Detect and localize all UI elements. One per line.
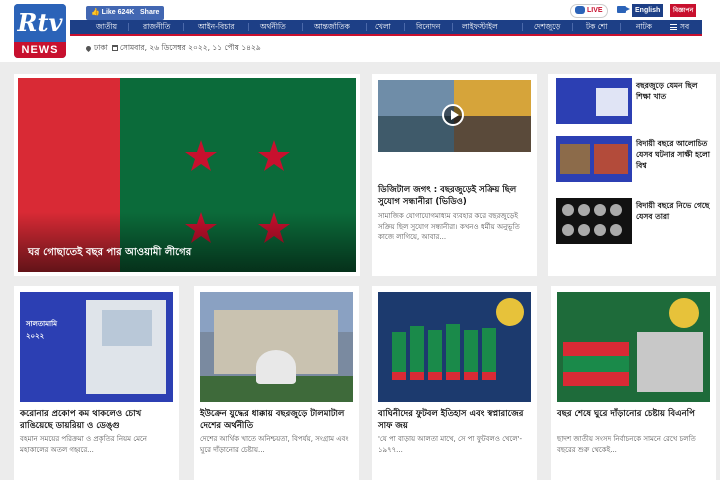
nav-item-politics[interactable]: রাজনীতি [143, 20, 170, 34]
nav-divider [248, 23, 249, 31]
image-inset [596, 88, 628, 116]
collage-tile [378, 116, 454, 152]
dateline-date: সোমবার, ২৬ ডিসেম্বর ২০২২, ১১ পৌষ ১৪২৯ [119, 43, 261, 52]
video-camera-icon[interactable] [617, 6, 630, 13]
bottom-news-title[interactable]: ইউক্রেন যুদ্ধের ধাক্কায় বছরজুড়ে টালমাট… [200, 408, 355, 432]
portrait-grid [562, 204, 622, 236]
logo-news-label: NEWS [14, 42, 66, 58]
star-shape [258, 140, 290, 171]
side-news-item[interactable]: বিদায়ী বছরে নিভে গেছে যেসব তারা [552, 196, 712, 246]
bottom-news-title[interactable]: বাঘিনীদের ফুটবল ইতিহাস এবং স্বপ্নারাজের … [378, 408, 533, 432]
bottom-news-image[interactable]: সালতামামি ২০২২ [20, 292, 173, 402]
lead-story-image[interactable]: ঘর গোছাতেই বছর পার আওয়ামী লীগের [18, 78, 356, 272]
nav-divider [366, 23, 367, 31]
bottom-news-image[interactable] [378, 292, 531, 402]
side-news-image[interactable] [556, 198, 632, 244]
bottom-news-summary: 'যে পা বাড়ায় আলতা মাখে, সে পা ফুটবলও খ… [378, 435, 523, 454]
bottom-news-card[interactable]: বছর শেষে ঘুরে দাঁড়ানোর চেষ্টায় বিএনপি … [551, 286, 716, 480]
side-news-title[interactable]: বিদায়ী বছরে আলোচিত যেসব ঘটনার সাক্ষী হল… [636, 138, 712, 171]
nav-all-menu[interactable]: সব [670, 20, 689, 34]
advertisement-button[interactable]: বিজ্ঞাপন [670, 4, 697, 17]
hamburger-icon [670, 24, 677, 30]
logo-wordmark: Rtv [14, 4, 66, 42]
bottom-news-card[interactable]: ইউক্রেন যুদ্ধের ধাক্কায় বছরজুড়ে টালমাট… [194, 286, 359, 480]
nav-item-economy[interactable]: অর্থনীতি [260, 20, 286, 34]
image-inset [637, 332, 703, 392]
nav-item-sports[interactable]: খেলা [375, 20, 391, 34]
bottom-news-image[interactable] [557, 292, 710, 402]
year-review-emblem [669, 298, 699, 328]
nav-item-national[interactable]: জাতীয় [96, 20, 117, 34]
bottom-news-summary: ছাদশ জাতীয় সংসদ নির্বাচনকে সামনে রেখে চ… [557, 435, 696, 454]
side-news-image[interactable] [556, 136, 632, 182]
bottom-news-image[interactable] [200, 292, 353, 402]
image-inset [102, 310, 152, 346]
nav-divider [128, 23, 129, 31]
facebook-share-button[interactable]: Share [135, 6, 165, 20]
rtv-mini-logo-icon [575, 6, 585, 15]
live-label: LIVE [587, 7, 603, 14]
bottom-news-card[interactable]: বাঘিনীদের ফুটবল ইতিহাস এবং স্বপ্নারাজের … [372, 286, 537, 480]
trophy-emblem [496, 298, 524, 326]
bottom-news-card[interactable]: সালতামামি ২০২২ করোনার প্রকোপ কম থাকলেও চ… [14, 286, 179, 480]
nav-divider [183, 23, 184, 31]
flag-stripe-green [563, 356, 629, 372]
nav-item-lifestyle[interactable]: লাইফস্টাইল [462, 20, 498, 34]
side-news-title[interactable]: বিদায়ী বছরে নিভে গেছে যেসব তারা [636, 200, 712, 222]
flag-stripe-red [563, 342, 629, 356]
bottom-news-title[interactable]: করোনার প্রকোপ কম থাকলেও চোখ রাঙিয়েছে ডা… [20, 408, 175, 432]
nav-divider [302, 23, 303, 31]
year-review-badge: সালতামামি ২০২২ [26, 320, 57, 340]
nav-item-law[interactable]: আইন-বিচার [198, 20, 235, 34]
main-nav: জাতীয় রাজনীতি আইন-বিচার অর্থনীতি আন্তর্… [70, 20, 702, 36]
featured-story[interactable]: ডিজিটাল জগৎ : বছরজুড়েই সক্রিয় ছিল সুযো… [372, 74, 537, 276]
side-news-list: বছরজুড়ে যেমন ছিল শিক্ষা খাত বিদায়ী বছর… [548, 74, 716, 276]
nav-item-talkshow[interactable]: টক শো [586, 20, 607, 34]
side-news-title[interactable]: বছরজুড়ে যেমন ছিল শিক্ষা খাত [636, 80, 712, 102]
star-shape [185, 140, 217, 171]
rtv-logo[interactable]: Rtv NEWS [14, 4, 66, 58]
image-inset [560, 144, 590, 174]
dateline-city: ঢাকা [94, 43, 108, 52]
lead-story-title[interactable]: ঘর গোছাতেই বছর পার আওয়ামী লীগের [28, 245, 191, 262]
dateline: ঢাকা সোমবার, ২৬ ডিসেম্বর ২০২২, ১১ পৌষ ১৪২… [84, 43, 261, 55]
live-tv-button[interactable]: LIVE [570, 4, 608, 18]
collage-tile [454, 80, 531, 116]
sculpture-shape [256, 350, 296, 384]
featured-story-title[interactable]: ডিজিটাল জগৎ : বছরজুড়েই সক্রিয় ছিল সুযো… [378, 184, 533, 208]
flag-stripe-red [563, 372, 629, 386]
featured-story-image[interactable] [378, 80, 531, 152]
nav-all-label: সব [680, 22, 690, 31]
image-inset [594, 144, 628, 174]
thumbs-up-icon: 👍 [91, 9, 100, 16]
image-gradient-overlay [18, 212, 356, 272]
calendar-icon [111, 45, 118, 51]
lead-story[interactable]: ঘর গোছাতেই বছর পার আওয়ামী লীগের [14, 74, 360, 276]
featured-story-summary: সামাজিক যোগাযোগমাধ্যম ব্যবহার করে বছরজুড… [378, 212, 520, 241]
side-news-item[interactable]: বছরজুড়ে যেমন ছিল শিক্ষা খাত [552, 76, 712, 126]
nav-divider [572, 23, 573, 31]
nav-divider [522, 23, 523, 31]
nav-divider [620, 23, 621, 31]
bottom-news-summary: বহমান সময়ের পরিক্রমা ও প্রকৃতির নিয়ম ম… [20, 435, 147, 454]
location-pin-icon [84, 44, 93, 52]
nav-item-entertainment[interactable]: বিনোদন [416, 20, 440, 34]
nav-divider [452, 23, 453, 31]
team-photo [392, 298, 524, 380]
facebook-like-button[interactable]: 👍 Like 624K [86, 6, 140, 20]
collage-tile [454, 116, 531, 152]
bottom-news-summary: দেশের আর্থিক খাতে অনিশ্চয়তা, বিপর্যয়, … [200, 435, 349, 454]
play-icon[interactable] [442, 104, 464, 126]
english-version-button[interactable]: English [632, 4, 664, 17]
nav-item-country[interactable]: দেশজুড়ে [534, 20, 561, 34]
nav-item-international[interactable]: আন্তর্জাতিক [314, 20, 350, 34]
site-header: Rtv NEWS 👍 Like 624K Share LIVE English … [0, 0, 720, 62]
side-news-image[interactable] [556, 78, 632, 124]
side-news-item[interactable]: বিদায়ী বছরে আলোচিত যেসব ঘটনার সাক্ষী হল… [552, 134, 712, 184]
nav-item-drama[interactable]: নাটক [636, 20, 652, 34]
like-count: Like 624K [101, 9, 135, 16]
bottom-news-title[interactable]: বছর শেষে ঘুরে দাঁড়ানোর চেষ্টায় বিএনপি [557, 408, 712, 420]
party-flag [563, 342, 629, 386]
nav-divider [404, 23, 405, 31]
